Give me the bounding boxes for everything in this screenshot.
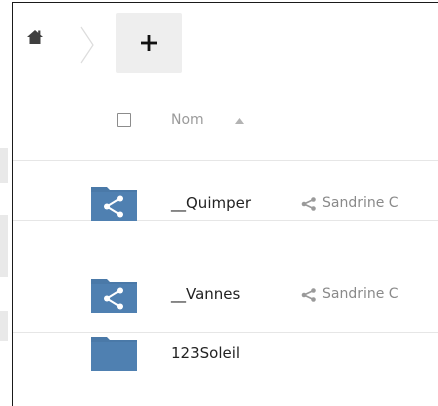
- home-icon[interactable]: [25, 27, 45, 47]
- file-name[interactable]: __Vannes: [171, 285, 240, 303]
- shared-by-label[interactable]: Sandrine C: [322, 286, 399, 302]
- share-icon[interactable]: [301, 288, 317, 302]
- shared-by-label[interactable]: Sandrine C: [322, 195, 399, 211]
- file-row[interactable]: 123Soleil: [13, 333, 438, 406]
- file-row[interactable]: __Quimper Sandrine C: [13, 161, 438, 221]
- folder-icon: [91, 337, 137, 371]
- breadcrumb-separator-icon: [80, 26, 94, 64]
- sort-ascending-icon[interactable]: [235, 118, 244, 124]
- file-list-panel: Nom __Quimper Sandrine C __Vannes Sandri…: [12, 2, 438, 406]
- new-item-button[interactable]: [116, 13, 182, 73]
- file-name[interactable]: 123Soleil: [171, 344, 240, 362]
- shared-folder-icon: [91, 279, 137, 313]
- plus-icon: [141, 35, 157, 51]
- share-icon[interactable]: [301, 197, 317, 211]
- sidebar-edge: [0, 215, 8, 277]
- column-header-name[interactable]: Nom: [171, 112, 204, 128]
- files-app: Nom __Quimper Sandrine C __Vannes Sandri…: [0, 0, 438, 406]
- shared-folder-icon: [91, 187, 137, 221]
- select-all-checkbox[interactable]: [117, 113, 131, 127]
- sidebar-edge: [0, 148, 8, 183]
- file-name[interactable]: __Quimper: [171, 194, 251, 212]
- sidebar-edge: [0, 311, 8, 341]
- file-row[interactable]: __Vannes Sandrine C: [13, 221, 438, 332]
